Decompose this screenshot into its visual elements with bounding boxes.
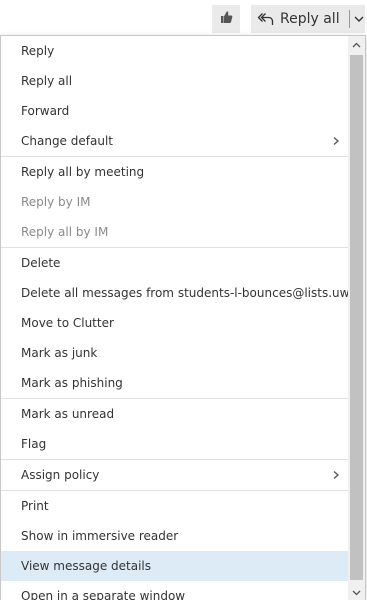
reply-all-label[interactable]: Reply all <box>280 11 340 27</box>
menu-list: Reply Reply all Forward Change default R… <box>1 36 350 600</box>
menu-item-label: Assign policy <box>21 468 100 482</box>
chevron-right-icon <box>332 460 340 490</box>
scroll-down-arrow-icon[interactable] <box>348 584 365 600</box>
reading-pane-toolbar: Reply all <box>0 0 367 36</box>
menu-item-label: Change default <box>21 134 113 148</box>
scrollbar-thumb[interactable] <box>350 55 363 580</box>
menu-item-reply-by-im: Reply by IM <box>21 195 91 209</box>
menu-item-forward[interactable]: Forward <box>1 96 350 126</box>
menu-item-reply[interactable]: Reply <box>1 36 350 66</box>
reply-all-split-button[interactable]: Reply all <box>251 5 365 33</box>
menu-item-delete-all-from-sender[interactable]: Delete all messages from students-l-boun… <box>1 278 350 308</box>
menu-item-show-in-immersive-reader[interactable]: Show in immersive reader <box>1 521 350 551</box>
scroll-up-arrow-icon[interactable] <box>348 36 365 53</box>
menu-item-mark-as-unread[interactable]: Mark as unread <box>1 399 350 429</box>
menu-item-reply-all-by-meeting[interactable]: Reply all by meeting <box>1 157 350 187</box>
menu-item-view-message-details[interactable]: View message details <box>1 551 350 581</box>
menu-item-print[interactable]: Print <box>1 491 350 521</box>
menu-item-delete[interactable]: Delete <box>1 248 350 278</box>
menu-item-mark-as-junk[interactable]: Mark as junk <box>1 338 350 368</box>
menu-scrollbar[interactable] <box>348 36 365 600</box>
thumbs-up-icon <box>218 9 234 29</box>
like-button[interactable] <box>212 5 240 33</box>
menu-item-reply-all[interactable]: Reply all <box>1 66 350 96</box>
reply-all-icon <box>257 9 275 29</box>
menu-item-open-in-separate-window[interactable]: Open in a separate window <box>1 581 350 600</box>
menu-item-assign-policy[interactable]: Assign policy <box>1 460 350 490</box>
chevron-right-icon <box>332 126 340 156</box>
menu-item-reply-all-by-im: Reply all by IM <box>21 225 109 239</box>
menu-item-change-default[interactable]: Change default <box>1 126 350 156</box>
menu-item-flag[interactable]: Flag <box>1 429 350 459</box>
chevron-down-icon[interactable] <box>353 11 365 27</box>
menu-item-move-to-clutter[interactable]: Move to Clutter <box>1 308 350 338</box>
more-actions-menu: Reply Reply all Forward Change default R… <box>0 35 366 600</box>
menu-item-mark-as-phishing[interactable]: Mark as phishing <box>1 368 350 398</box>
